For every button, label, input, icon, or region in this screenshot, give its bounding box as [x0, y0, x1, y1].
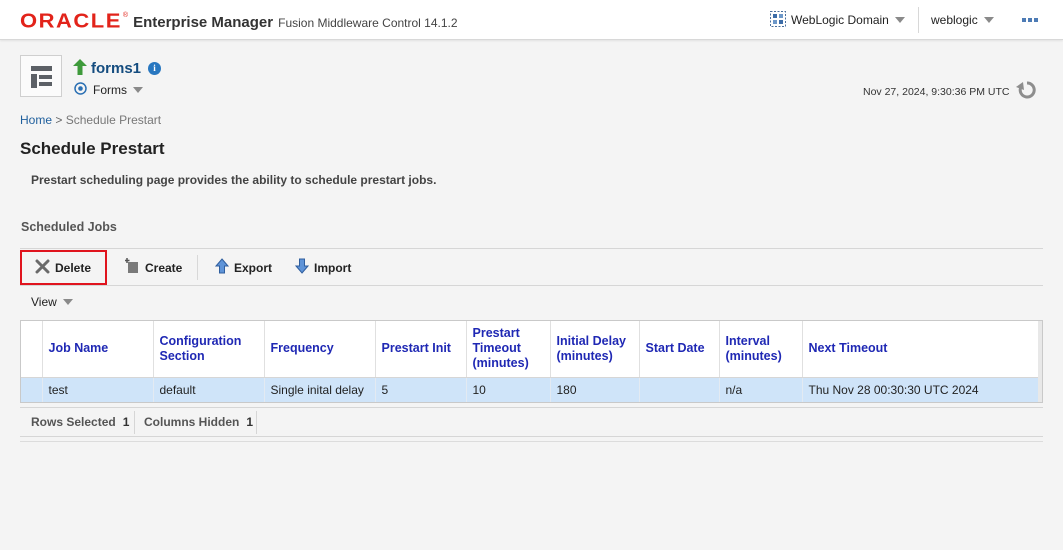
user-menu-label: weblogic: [931, 13, 978, 27]
oracle-logo: ORACLE: [20, 9, 122, 33]
cell-start-date: [639, 377, 720, 402]
status-divider: [134, 411, 135, 434]
column-header-prestart-init[interactable]: Prestart Init: [375, 321, 467, 378]
rows-selected-label: Rows Selected: [31, 415, 116, 429]
vertical-scrollbar[interactable]: [1038, 321, 1042, 402]
column-header-next-timeout[interactable]: Next Timeout: [802, 321, 1042, 378]
rows-selected-status: Rows Selected 1: [31, 408, 129, 436]
import-arrow-icon: [294, 258, 310, 277]
target-name-row: forms1 i: [73, 59, 162, 78]
column-header-configuration-section[interactable]: Configuration Section: [153, 321, 265, 378]
cell-job-name: test: [42, 377, 154, 402]
create-button-label: Create: [145, 260, 183, 275]
row-selector-header: [21, 321, 43, 378]
chevron-down-icon: [62, 299, 73, 305]
forms-target-icon: [74, 82, 87, 98]
view-menu-label: View: [31, 295, 57, 309]
table-row[interactable]: test default Single inital delay 5 10 18…: [21, 377, 1042, 402]
breadcrumb: Home > Schedule Prestart: [20, 113, 161, 127]
delete-button[interactable]: Delete: [20, 250, 107, 285]
target-type-menu[interactable]: Forms: [74, 82, 143, 98]
page-title: Schedule Prestart: [20, 139, 165, 158]
refresh-icon[interactable]: [1015, 80, 1038, 103]
column-header-start-date[interactable]: Start Date: [639, 321, 720, 378]
info-icon[interactable]: i: [148, 62, 162, 75]
table-header-row: Job Name Configuration Section Frequency…: [21, 321, 1042, 378]
target-navigation-icon[interactable]: [20, 55, 62, 97]
section-title: Scheduled Jobs: [21, 220, 117, 234]
breadcrumb-current: Schedule Prestart: [65, 113, 162, 127]
registered-mark: ®: [122, 12, 129, 19]
toolbar-divider: [197, 255, 198, 280]
table-status-bar: Rows Selected 1 Columns Hidden 1: [20, 407, 1043, 437]
product-subtitle: Fusion Middleware Control 14.1.2: [278, 16, 458, 30]
cell-next-timeout: Thu Nov 28 00:30:30 UTC 2024: [802, 377, 1042, 402]
status-divider: [256, 411, 257, 434]
column-header-initial-delay[interactable]: Initial Delay (minutes): [550, 321, 640, 378]
weblogic-domain-label: WebLogic Domain: [791, 13, 889, 27]
product-title: Enterprise Manager: [133, 14, 274, 31]
brand: ORACLE ® Enterprise Manager Fusion Middl…: [20, 10, 458, 32]
cell-prestart-init: 5: [375, 377, 467, 402]
up-status-icon: [73, 59, 87, 78]
export-button-label: Export: [234, 260, 273, 275]
row-selector[interactable]: [21, 377, 43, 402]
cell-interval: n/a: [719, 377, 803, 402]
refresh-area: Nov 27, 2024, 9:30:36 PM UTC: [863, 80, 1038, 103]
export-arrow-icon: [214, 258, 230, 277]
create-button[interactable]: Create: [125, 250, 182, 285]
refresh-timestamp: Nov 27, 2024, 9:30:36 PM UTC: [863, 85, 1010, 98]
target-name: forms1: [91, 60, 142, 77]
column-header-prestart-timeout[interactable]: Prestart Timeout (minutes): [466, 321, 551, 378]
rows-selected-value: 1: [122, 415, 130, 429]
table-toolbar: Delete Create Export Import: [20, 248, 1043, 286]
scheduled-jobs-table: Job Name Configuration Section Frequency…: [20, 320, 1043, 403]
global-header: ORACLE ® Enterprise Manager Fusion Middl…: [0, 0, 1063, 40]
cell-initial-delay: 180: [550, 377, 640, 402]
column-header-frequency[interactable]: Frequency: [264, 321, 376, 378]
columns-hidden-value: 1: [246, 415, 254, 429]
columns-hidden-status: Columns Hidden 1: [144, 408, 253, 436]
cell-configuration-section: default: [153, 377, 265, 402]
page-description: Prestart scheduling page provides the ab…: [31, 173, 437, 187]
user-menu[interactable]: weblogic: [918, 7, 994, 33]
more-menu-icon[interactable]: [1022, 18, 1038, 22]
column-header-job-name[interactable]: Job Name: [42, 321, 154, 378]
import-button-label: Import: [314, 260, 352, 275]
view-menu[interactable]: View: [31, 295, 73, 309]
breadcrumb-home-link[interactable]: Home: [20, 113, 52, 127]
cell-prestart-timeout: 10: [466, 377, 551, 402]
import-button[interactable]: Import: [294, 250, 352, 285]
chevron-down-icon: [133, 87, 143, 93]
delete-x-icon: [35, 259, 50, 277]
weblogic-domain-icon: [770, 10, 786, 30]
bottom-divider: [20, 441, 1043, 442]
chevron-down-icon: [983, 17, 994, 23]
target-type-label: Forms: [93, 83, 127, 97]
column-header-interval[interactable]: Interval (minutes): [719, 321, 803, 378]
delete-button-label: Delete: [55, 260, 92, 275]
columns-hidden-label: Columns Hidden: [144, 415, 240, 429]
export-button[interactable]: Export: [214, 250, 273, 285]
cell-frequency: Single inital delay: [264, 377, 376, 402]
weblogic-domain-menu[interactable]: WebLogic Domain: [770, 0, 905, 40]
chevron-down-icon: [894, 17, 905, 23]
breadcrumb-separator: >: [55, 113, 63, 127]
create-icon: [125, 258, 140, 277]
